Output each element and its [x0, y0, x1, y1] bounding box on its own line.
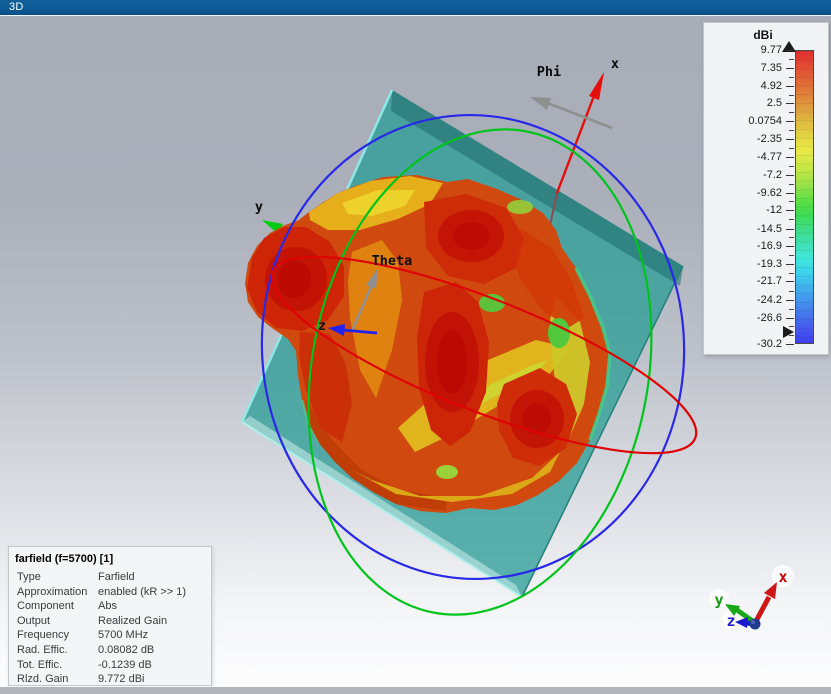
info-row-label: Output [17, 614, 51, 627]
info-row: Tot. Effic. -0.1239 dB [9, 658, 211, 673]
info-row: Component Abs [9, 599, 211, 614]
colorbar-tick: -24.2 [756, 293, 782, 306]
phi-axis-label: Phi [537, 64, 561, 80]
info-row-label: Tot. Effic. [17, 658, 63, 671]
colorbar-tick: -2.35 [756, 133, 782, 146]
cst-3d-result-window: 3D x Phi y Theta z x y z dBi 9.77 7.35 4… [0, 0, 831, 694]
info-row-label: Type [17, 571, 41, 583]
info-row: Rlzd. Gain 9.772 dBi [9, 672, 211, 687]
colorbar-tick: 7.35 [760, 61, 782, 74]
info-row-value: Abs [98, 600, 117, 613]
colorbar-tick: 4.92 [760, 79, 782, 92]
colorbar-tick: -19.3 [756, 257, 782, 270]
colorbar-tick: -16.9 [756, 240, 782, 253]
triad-x-label: x [778, 568, 787, 586]
farfield-info-panel: farfield (f=5700) [1] Type Farfield Appr… [8, 546, 212, 686]
triad-z-label: z [726, 612, 735, 630]
x-axis-label: x [611, 56, 619, 72]
view-title: 3D [9, 1, 24, 13]
phi-arrow [530, 97, 613, 130]
info-row-label: Rad. Effic. [17, 643, 68, 656]
info-row-label: Frequency [17, 629, 69, 642]
info-row-value: 0.08082 dB [98, 643, 155, 656]
info-row-label: Rlzd. Gain [17, 673, 69, 686]
colorbar-tick: -26.6 [756, 311, 782, 324]
colorbar-tick: -7.2 [763, 168, 782, 181]
colorbar-tick: 9.77 [760, 44, 782, 56]
info-row-value: 5700 MHz [98, 629, 149, 642]
colorbar-tick: -12 [766, 204, 782, 217]
colorbar [795, 50, 814, 344]
colorbar-tick: -4.77 [756, 150, 782, 163]
orientation-triad[interactable]: x y z [709, 565, 794, 630]
info-row-value: 9.772 dBi [98, 673, 145, 686]
info-row-value: Realized Gain [98, 614, 168, 627]
info-row-label: Component [17, 600, 74, 613]
z-axis-label: z [318, 318, 326, 334]
bottom-scroll-strip[interactable] [0, 686, 831, 694]
triad-origin [749, 618, 761, 630]
info-row-label: Approximation [17, 585, 88, 598]
colorbar-tick: 2.5 [766, 97, 782, 110]
info-rows: Type Farfield Approximation enabled (kR … [9, 570, 211, 687]
colorbar-legend: dBi 9.77 7.35 4.92 2.5 0.0754 -2.35 -4.77 -7.2-… [703, 22, 829, 355]
theta-axis-label: Theta [372, 253, 413, 269]
y-axis-label: y [255, 199, 263, 215]
info-row-value: Farfield [98, 571, 135, 583]
info-row-value: -0.1239 dB [98, 658, 152, 671]
info-row: Frequency 5700 MHz [9, 628, 211, 643]
colorbar-tick: 0.0754 [748, 115, 782, 128]
info-panel-title: farfield (f=5700) [1] [15, 553, 114, 565]
info-row: Type Farfield [9, 570, 211, 585]
view-titlebar[interactable]: 3D [0, 0, 831, 16]
info-row: Output Realized Gain [9, 614, 211, 629]
info-row: Rad. Effic. 0.08082 dB [9, 643, 211, 658]
legend-body: 9.77 7.35 4.92 2.5 0.0754 -2.35 -4.77 -7.2 -9.62… [704, 23, 828, 354]
info-row-value: enabled (kR >> 1) [98, 585, 187, 598]
legend-min-marker [783, 326, 794, 339]
triad-y-label: y [714, 591, 723, 609]
triad-x-arrowhead [764, 582, 777, 599]
colorbar-tick: -9.62 [756, 186, 782, 199]
colorbar-tick: -30.2 [756, 338, 782, 350]
colorbar-tick: -14.5 [756, 222, 782, 235]
info-row: Approximation enabled (kR >> 1) [9, 585, 211, 600]
colorbar-tick: -21.7 [756, 275, 782, 288]
